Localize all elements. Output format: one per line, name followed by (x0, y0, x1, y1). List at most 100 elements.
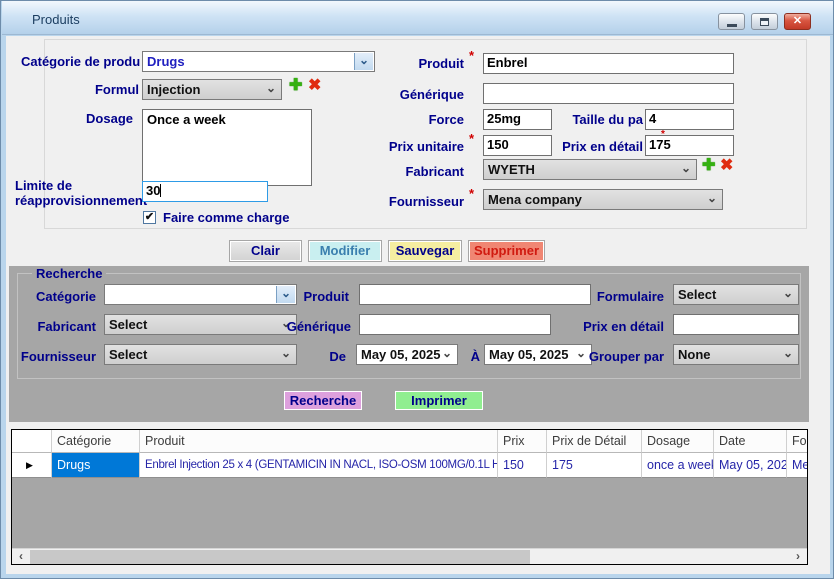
charge-checkbox[interactable]: ✔ (143, 211, 156, 224)
check-icon: ✔ (145, 211, 154, 223)
category-select[interactable]: Drugs ⌄ (142, 51, 375, 72)
reorder-limit-label-line1: Limite de (15, 178, 72, 193)
unit-price-label: Prix unitaire (346, 139, 464, 154)
add-manufacturer-icon[interactable]: ✚ (702, 157, 715, 175)
chevron-down-icon: ⌄ (707, 191, 717, 205)
pack-size-input[interactable]: 4 (645, 109, 734, 130)
cell-category[interactable]: Drugs (52, 453, 140, 478)
category-value: Drugs (147, 54, 185, 69)
search-product-label: Produit (271, 289, 349, 304)
close-icon: ✕ (793, 14, 802, 29)
product-label: Produit (346, 56, 464, 71)
search-button[interactable]: Recherche (283, 390, 363, 411)
cell-price[interactable]: 150 (498, 453, 547, 478)
title-bar: Produits ✕ (2, 1, 833, 35)
clear-button[interactable]: Clair (229, 240, 302, 262)
date-to-label: À (464, 349, 480, 364)
grid-header-date[interactable]: Date (714, 430, 787, 453)
date-from-picker[interactable]: May 05, 2025 ⌄ (356, 344, 458, 365)
grid-corner-header (12, 430, 52, 453)
generic-input[interactable] (483, 83, 734, 104)
formulation-select[interactable]: Injection ⌄ (142, 79, 282, 100)
window-title: Produits (32, 12, 80, 27)
delete-formulation-icon[interactable]: ✖ (308, 77, 321, 95)
dosage-label: Dosage (41, 111, 133, 126)
manufacturer-select[interactable]: WYETH ⌄ (483, 159, 697, 180)
retail-price-input[interactable]: 175 (645, 135, 734, 156)
delete-manufacturer-icon[interactable]: ✖ (720, 157, 733, 175)
minimize-icon (727, 24, 737, 27)
grid-header-category[interactable]: Catégorie (52, 430, 140, 453)
product-required-marker: * (469, 48, 474, 63)
charge-checkbox-label: Faire comme charge (163, 210, 289, 225)
formulation-label: Formul (61, 82, 139, 97)
reorder-limit-label: Limite de réapprovisionnement (15, 178, 155, 208)
horizontal-scrollbar[interactable]: ‹ › (12, 548, 807, 564)
search-manufacturer-label: Fabricant (11, 319, 96, 334)
current-row-marker-icon: ▶ (26, 460, 33, 471)
chevron-down-icon: ⌄ (266, 81, 276, 95)
minimize-button[interactable] (718, 13, 745, 30)
maximize-icon (760, 18, 769, 26)
date-to-value: May 05, 2025 (489, 347, 569, 362)
reorder-limit-label-line2: réapprovisionnement (15, 193, 147, 208)
window-controls: ✕ (718, 13, 811, 30)
grid-header-retail-price[interactable]: Prix de Détail (547, 430, 642, 453)
results-grid[interactable]: Catégorie Produit Prix Prix de Détail Do… (11, 429, 808, 565)
manufacturer-value: WYETH (488, 162, 535, 177)
search-retail-price-label: Prix en détail (566, 319, 664, 334)
cell-supplier[interactable]: Men (787, 453, 807, 478)
reorder-limit-value: 30 (146, 183, 160, 198)
grid-header-supplier[interactable]: Fo (787, 430, 807, 453)
search-manufacturer-value: Select (109, 317, 147, 332)
cell-retail-price[interactable]: 175 (547, 453, 642, 478)
search-supplier-select[interactable]: Select ⌄ (104, 344, 297, 365)
cell-dosage[interactable]: once a week (642, 453, 714, 478)
search-generic-input[interactable] (359, 314, 551, 335)
generic-label: Générique (346, 87, 464, 102)
edit-button[interactable]: Modifier (308, 240, 382, 262)
cell-product[interactable]: Enbrel Injection 25 x 4 (GENTAMICIN IN N… (140, 453, 498, 478)
text-caret (160, 184, 161, 197)
search-category-select[interactable]: ⌄ (104, 284, 297, 305)
chevron-down-icon: ⌄ (783, 346, 793, 360)
supplier-select[interactable]: Mena company ⌄ (483, 189, 723, 210)
cell-date[interactable]: May 05, 2025 (714, 453, 787, 478)
search-generic-label: Générique (271, 319, 351, 334)
produits-window: Produits ✕ Catégorie de produ Drugs ⌄ Fo… (0, 0, 834, 579)
retail-price-label: Prix en détail (525, 139, 643, 154)
search-retail-price-input[interactable] (673, 314, 799, 335)
reorder-limit-input[interactable]: 30 (142, 181, 268, 202)
search-formulation-label: Formulaire (576, 289, 664, 304)
grid-header-product[interactable]: Produit (140, 430, 498, 453)
search-manufacturer-select[interactable]: Select ⌄ (104, 314, 297, 335)
grid-header-price[interactable]: Prix (498, 430, 547, 453)
search-formulation-value: Select (678, 287, 716, 302)
search-category-label: Catégorie (11, 289, 96, 304)
group-by-value: None (678, 347, 711, 362)
save-button[interactable]: Sauvegar (388, 240, 462, 262)
scroll-left-icon[interactable]: ‹ (14, 550, 28, 564)
group-by-select[interactable]: None ⌄ (673, 344, 799, 365)
strength-label: Force (346, 112, 464, 127)
search-formulation-select[interactable]: Select ⌄ (673, 284, 799, 305)
scroll-right-icon[interactable]: › (791, 550, 805, 564)
delete-button[interactable]: Supprimer (468, 240, 545, 262)
formulation-value: Injection (147, 82, 200, 97)
chevron-down-icon: ⌄ (681, 161, 691, 175)
pack-size-label: Taille du pa (525, 112, 643, 127)
chevron-down-icon: ⌄ (442, 346, 452, 360)
date-from-label: De (301, 349, 346, 364)
close-button[interactable]: ✕ (784, 13, 811, 30)
supplier-label: Fournisseur (346, 194, 464, 209)
scrollbar-thumb[interactable] (30, 550, 530, 564)
add-formulation-icon[interactable]: ✚ (289, 77, 302, 95)
row-header-cell[interactable]: ▶ (12, 453, 52, 478)
dosage-textarea[interactable]: Once a week (142, 109, 312, 186)
print-button[interactable]: Imprimer (394, 390, 484, 411)
manufacturer-label: Fabricant (346, 164, 464, 179)
maximize-button[interactable] (751, 13, 778, 30)
grid-header-dosage[interactable]: Dosage (642, 430, 714, 453)
product-input[interactable]: Enbrel (483, 53, 734, 74)
search-product-input[interactable] (359, 284, 591, 305)
